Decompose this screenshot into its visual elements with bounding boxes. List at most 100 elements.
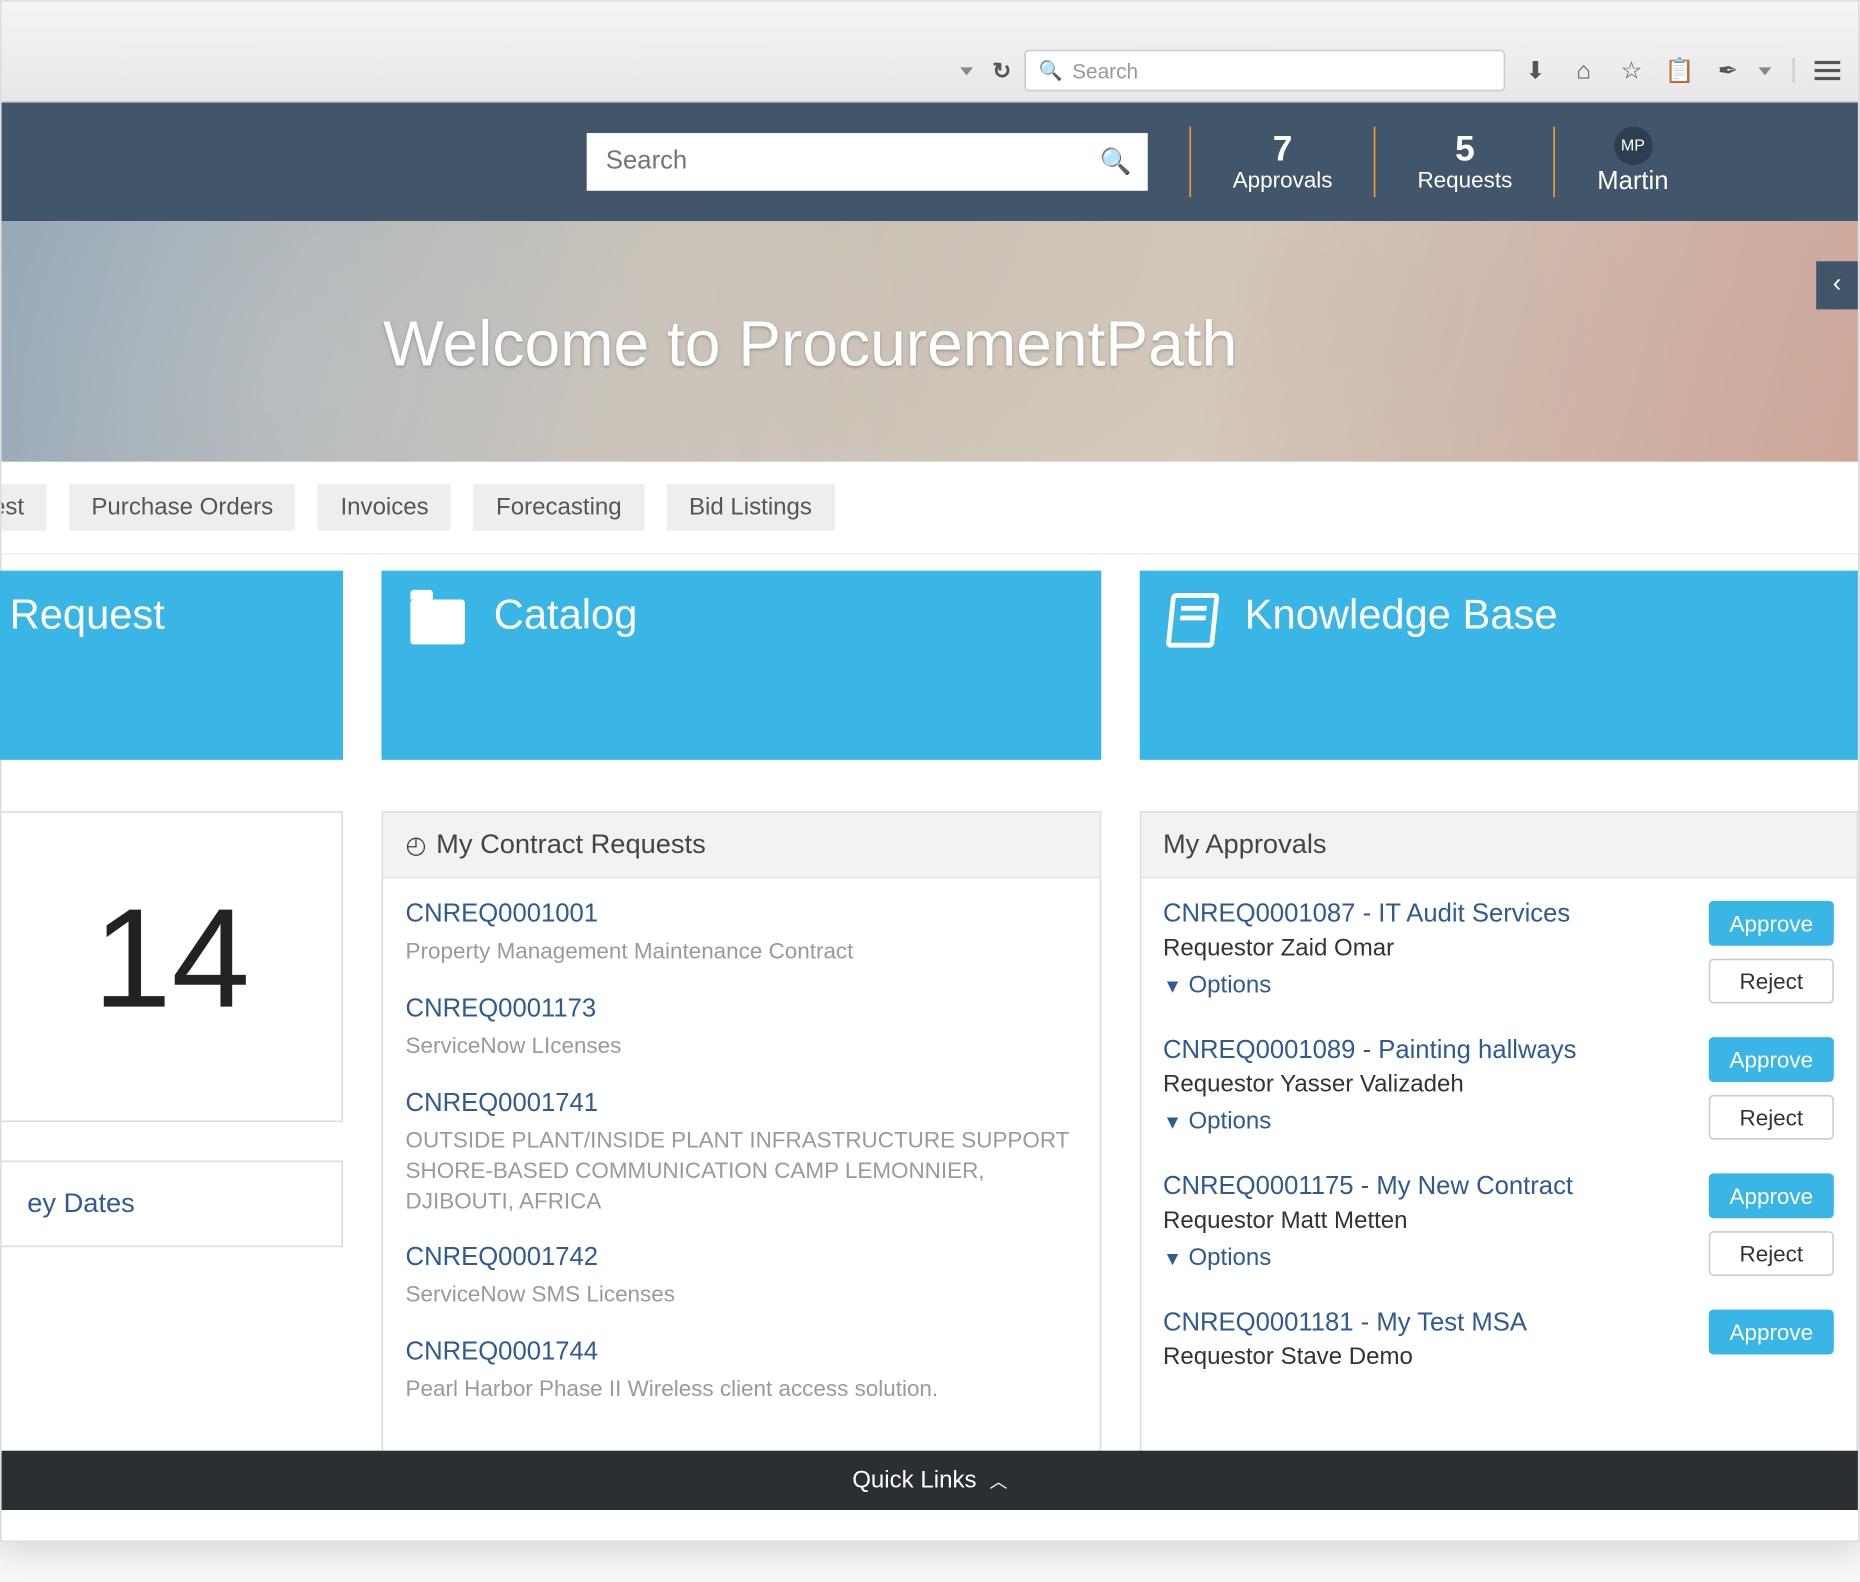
- request-link[interactable]: CNREQ0001741: [406, 1090, 1077, 1119]
- request-link[interactable]: CNREQ0001744: [406, 1339, 1077, 1368]
- nav-tab[interactable]: est: [2, 484, 47, 530]
- approval-item: CNREQ0001089 - Painting hallways Request…: [1163, 1037, 1834, 1135]
- request-desc: Pearl Harbor Phase II Wireless client ac…: [406, 1374, 1077, 1404]
- browser-search-placeholder: Search: [1072, 59, 1138, 83]
- nav-tabs: est Purchase Orders Invoices Forecasting…: [2, 462, 1858, 555]
- request-link[interactable]: CNREQ0001173: [406, 995, 1077, 1024]
- search-icon: 🔍: [1038, 59, 1062, 81]
- clock-icon: ◴: [406, 830, 427, 859]
- reject-button[interactable]: Reject: [1709, 1231, 1834, 1276]
- key-dates-link[interactable]: ey Dates: [0, 1161, 343, 1248]
- approve-button[interactable]: Approve: [1709, 1037, 1834, 1082]
- downloads-icon[interactable]: ⬇: [1518, 53, 1553, 88]
- browser-search-input[interactable]: 🔍 Search: [1024, 50, 1505, 92]
- approval-link[interactable]: CNREQ0001175 - My New Contract: [1163, 1173, 1573, 1200]
- list-item: CNREQ0001173 ServiceNow LIcenses: [406, 995, 1077, 1061]
- chevron-down-icon: ▼: [1163, 974, 1182, 996]
- list-item: CNREQ0001742 ServiceNow SMS Licenses: [406, 1245, 1077, 1311]
- approvals-label: Approvals: [1233, 167, 1333, 193]
- collapse-chevron-icon[interactable]: ‹: [1816, 261, 1858, 309]
- approve-button[interactable]: Approve: [1709, 1173, 1834, 1218]
- list-item: CNREQ0001001 Property Management Mainten…: [406, 901, 1077, 967]
- extension-icon[interactable]: ✒: [1710, 53, 1745, 88]
- big-number-card[interactable]: 14: [0, 811, 343, 1122]
- folder-icon: [410, 600, 465, 645]
- header-divider: [1554, 127, 1556, 198]
- approvals-panel: My Approvals CNREQ0001087 - IT Audit Ser…: [1139, 811, 1858, 1457]
- approval-link[interactable]: CNREQ0001181 - My Test MSA: [1163, 1310, 1527, 1337]
- nav-tab-forecasting[interactable]: Forecasting: [474, 484, 645, 530]
- hamburger-menu-icon[interactable]: [1810, 53, 1845, 88]
- approval-link[interactable]: CNREQ0001089 - Painting hallways: [1163, 1037, 1576, 1064]
- page-title: Welcome to ProcurementPath: [383, 309, 1237, 381]
- approval-item: CNREQ0001181 - My Test MSA Requestor Sta…: [1163, 1310, 1834, 1371]
- panels-row: 14 ey Dates ◴ My Contract Requests CNREQ…: [2, 760, 1858, 1458]
- search-button-icon[interactable]: 🔍: [1100, 146, 1132, 178]
- user-name: Martin: [1597, 168, 1668, 197]
- options-toggle[interactable]: ▼ Options: [1163, 1108, 1690, 1135]
- panel-header: ◴ My Contract Requests: [383, 813, 1099, 879]
- header-divider: [1374, 127, 1376, 198]
- approvals-count: 7: [1233, 131, 1333, 166]
- request-desc: ServiceNow SMS Licenses: [406, 1280, 1077, 1310]
- app-header: 🔍 7 Approvals 5 Requests MP Martin: [2, 103, 1858, 222]
- tile-title: Request: [10, 590, 165, 640]
- request-desc: OUTSIDE PLANT/INSIDE PLANT INFRASTRUCTUR…: [406, 1125, 1077, 1216]
- request-link[interactable]: CNREQ0001001: [406, 901, 1077, 930]
- nav-tab-bid-listings[interactable]: Bid Listings: [667, 484, 835, 530]
- approval-requestor: Requestor Stave Demo: [1163, 1343, 1690, 1370]
- request-desc: Property Management Maintenance Contract: [406, 936, 1077, 966]
- approval-requestor: Requestor Zaid Omar: [1163, 935, 1690, 962]
- book-icon: [1165, 593, 1219, 648]
- approval-requestor: Requestor Yasser Valizadeh: [1163, 1071, 1690, 1098]
- home-icon[interactable]: ⌂: [1566, 53, 1601, 88]
- extension-dropdown-icon[interactable]: [1758, 67, 1771, 75]
- nav-tab-purchase-orders[interactable]: Purchase Orders: [69, 484, 296, 530]
- approval-item: CNREQ0001087 - IT Audit Services Request…: [1163, 901, 1834, 999]
- chevron-down-icon: ▼: [1163, 1246, 1182, 1268]
- list-item: CNREQ0001741 OUTSIDE PLANT/INSIDE PLANT …: [406, 1090, 1077, 1216]
- approvals-stat[interactable]: 7 Approvals: [1233, 131, 1333, 192]
- options-toggle[interactable]: ▼ Options: [1163, 971, 1690, 998]
- reload-icon[interactable]: ↻: [992, 57, 1011, 84]
- list-item: CNREQ0001744 Pearl Harbor Phase II Wirel…: [406, 1339, 1077, 1405]
- bookmark-star-icon[interactable]: ☆: [1614, 53, 1649, 88]
- browser-toolbar: ↻ 🔍 Search ⬇ ⌂ ☆ 📋 ✒ |: [2, 2, 1858, 103]
- tile-row: Request Catalog Knowledge Base: [2, 555, 1858, 760]
- big-number-value: 14: [93, 878, 250, 1037]
- approval-link[interactable]: CNREQ0001087 - IT Audit Services: [1163, 901, 1570, 928]
- clipboard-icon[interactable]: 📋: [1662, 53, 1697, 88]
- tile-knowledge-base[interactable]: Knowledge Base: [1139, 571, 1858, 760]
- chevron-up-icon: ︿: [990, 1474, 1008, 1493]
- tile-title: Catalog: [494, 590, 638, 640]
- options-toggle[interactable]: ▼ Options: [1163, 1244, 1690, 1271]
- request-link[interactable]: CNREQ0001742: [406, 1245, 1077, 1274]
- avatar: MP: [1614, 127, 1652, 165]
- tile-catalog[interactable]: Catalog: [382, 571, 1101, 760]
- requests-label: Requests: [1417, 167, 1512, 193]
- hero-banner: Welcome to ProcurementPath ‹: [2, 221, 1858, 461]
- reject-button[interactable]: Reject: [1709, 959, 1834, 1004]
- history-dropdown-icon[interactable]: [960, 67, 973, 75]
- approval-requestor: Requestor Matt Metten: [1163, 1207, 1690, 1234]
- quick-links-label: Quick Links: [852, 1467, 976, 1494]
- tile-request[interactable]: Request: [0, 571, 343, 760]
- panel-title: My Contract Requests: [436, 829, 706, 861]
- contract-requests-panel: ◴ My Contract Requests CNREQ0001001 Prop…: [382, 811, 1101, 1457]
- panel-title: My Approvals: [1163, 829, 1327, 861]
- user-menu[interactable]: MP Martin: [1597, 127, 1668, 198]
- requests-count: 5: [1417, 131, 1512, 166]
- reject-button[interactable]: Reject: [1709, 1095, 1834, 1140]
- tile-title: Knowledge Base: [1245, 590, 1558, 640]
- approval-item: CNREQ0001175 - My New Contract Requestor…: [1163, 1173, 1834, 1271]
- app-search-input[interactable]: [587, 133, 1148, 191]
- chevron-down-icon: ▼: [1163, 1110, 1182, 1132]
- request-desc: ServiceNow LIcenses: [406, 1031, 1077, 1061]
- approve-button[interactable]: Approve: [1709, 901, 1834, 946]
- approve-button[interactable]: Approve: [1709, 1310, 1834, 1355]
- header-divider: [1189, 127, 1191, 198]
- panel-header: My Approvals: [1141, 813, 1857, 879]
- quick-links-bar[interactable]: Quick Links ︿: [2, 1451, 1858, 1510]
- nav-tab-invoices[interactable]: Invoices: [318, 484, 451, 530]
- requests-stat[interactable]: 5 Requests: [1417, 131, 1512, 192]
